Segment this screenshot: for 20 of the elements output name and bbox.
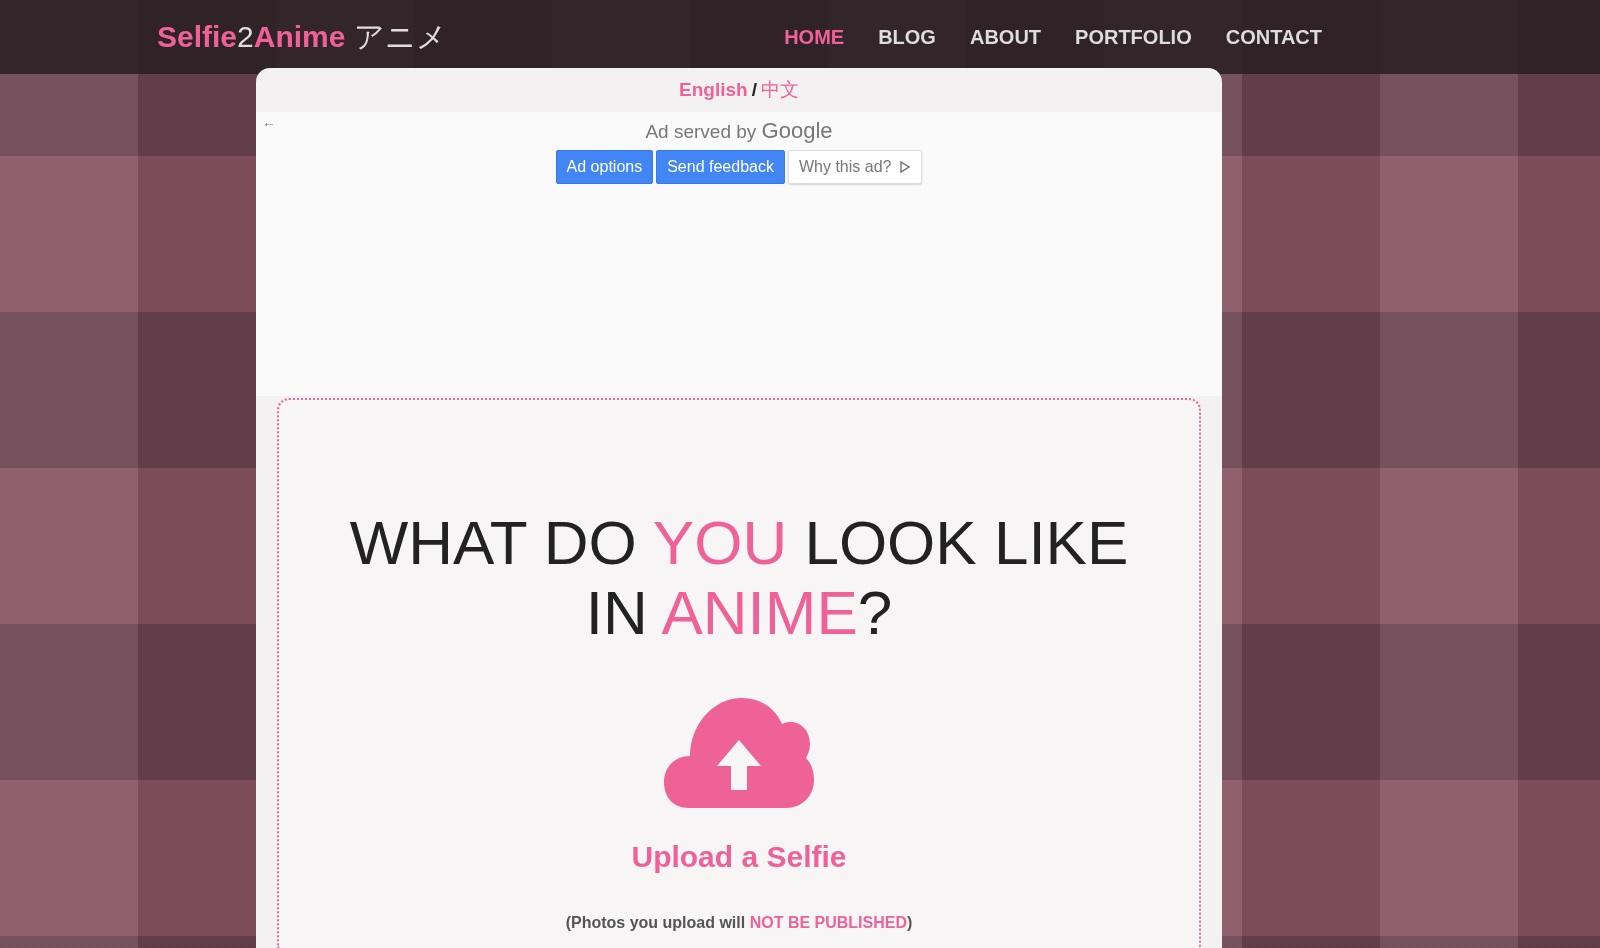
upload-area[interactable]: WHAT DO YOU LOOK LIKE IN ANIME? Upload a Selfie (Photos you upload will NOT BE PUBLISHED) (277, 398, 1201, 948)
language-link[interactable]: English (679, 79, 748, 102)
cloud-upload-icon[interactable] (664, 698, 814, 808)
privacy-note: (Photos you upload will NOT BE PUBLISHED) (565, 914, 913, 932)
play-icon (899, 161, 912, 174)
nav-link[interactable]: BLOG (878, 25, 936, 49)
nav-link[interactable]: ABOUT (969, 25, 1042, 49)
ad-button[interactable]: Send feedback (656, 150, 785, 185)
ad-attribution: Ad served by Google (645, 118, 833, 145)
separator-text: / (751, 79, 757, 102)
nav-link[interactable]: PORTFOLIO (1075, 25, 1192, 49)
hero-heading: WHAT DO YOU LOOK LIKE IN ANIME? (349, 508, 1129, 648)
site-logo[interactable]: Selfie2Anime アニメ (157, 16, 447, 58)
language-link[interactable]: 中文 (760, 77, 799, 104)
ad-button[interactable]: Ad options (555, 150, 654, 185)
upload-link[interactable]: Upload a Selfie (631, 840, 847, 874)
nav-link[interactable]: HOME (784, 25, 845, 49)
nav-link[interactable]: CONTACT (1225, 25, 1322, 49)
ad-button[interactable]: Why this ad? (787, 150, 923, 185)
back-button[interactable]: ← (258, 114, 280, 131)
